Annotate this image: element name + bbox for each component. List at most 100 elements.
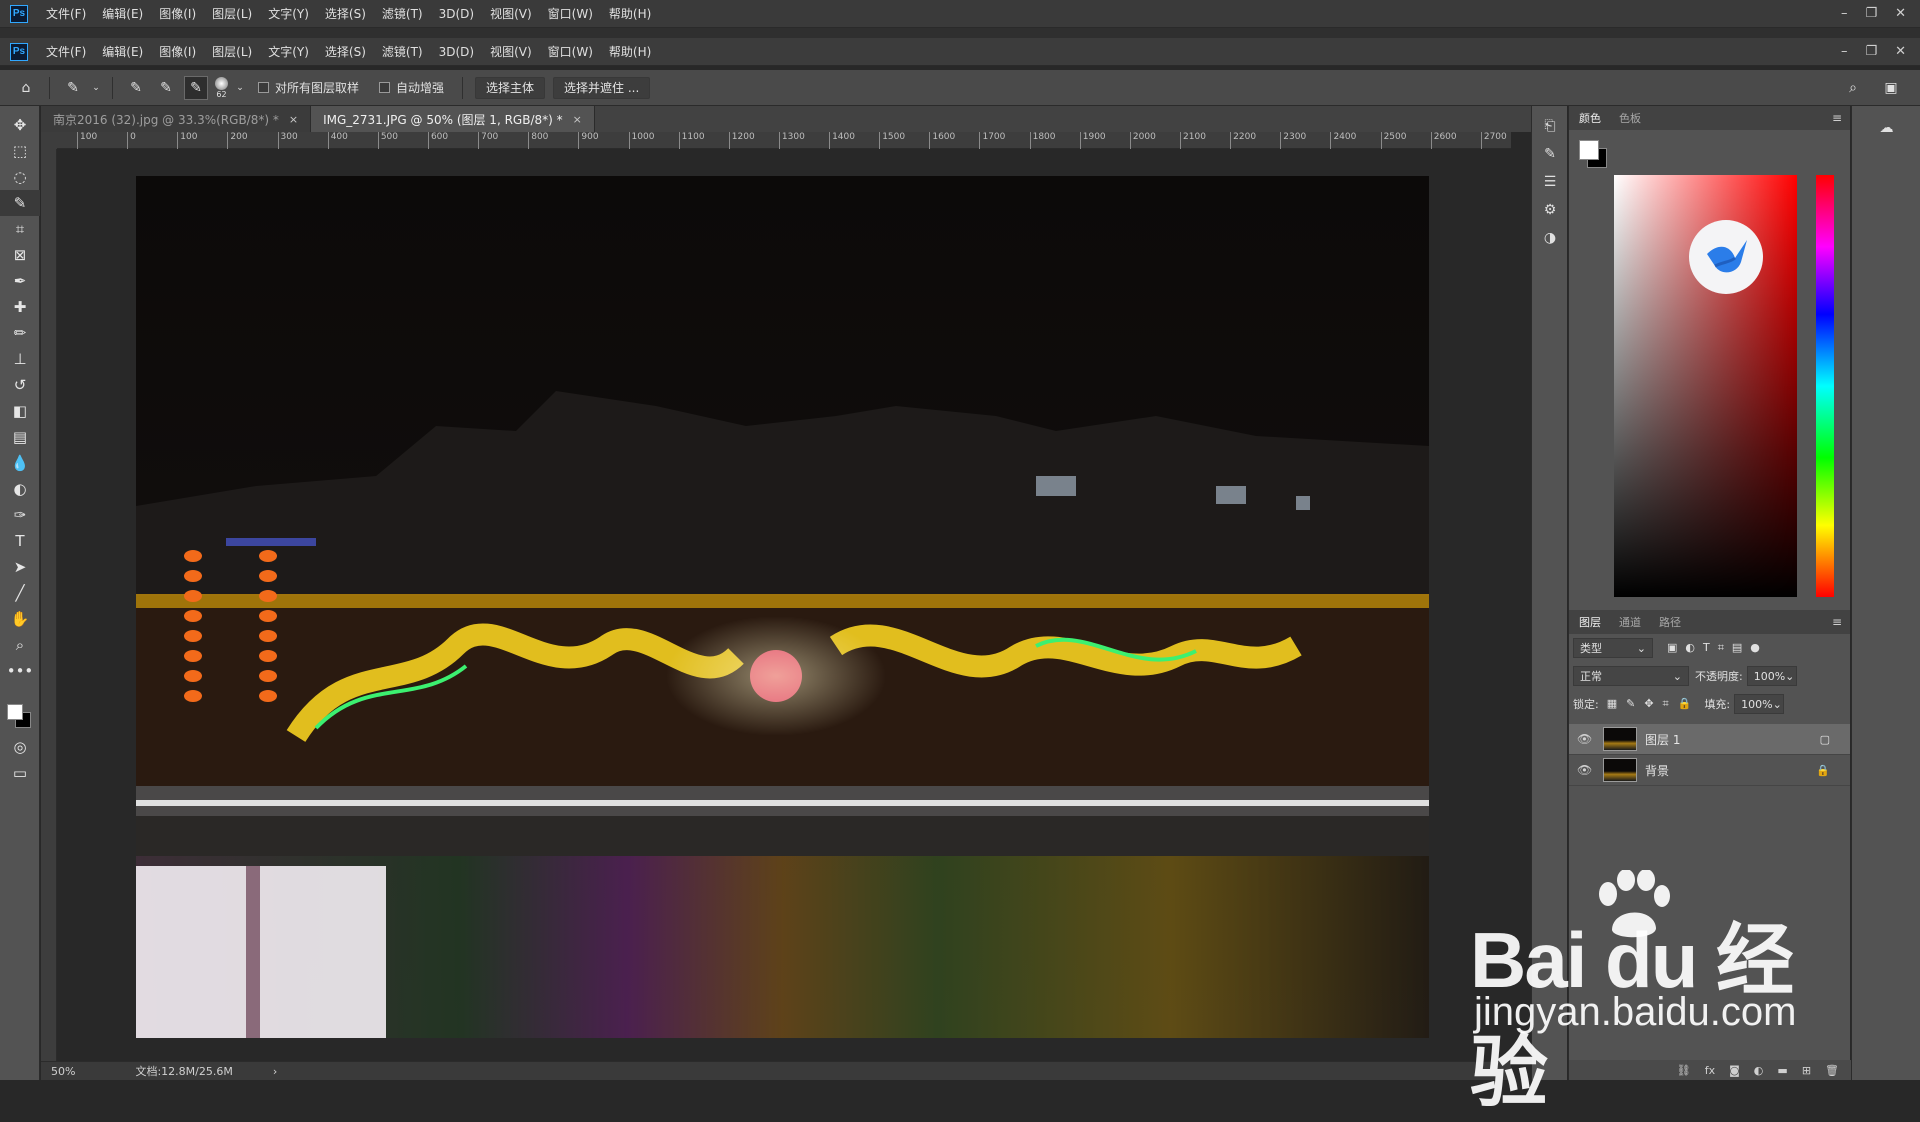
creative-cloud-icon[interactable]: ☁	[1852, 114, 1920, 142]
tab-img-2731[interactable]: IMG_2731.JPG @ 50% (图层 1, RGB/8*) * ×	[311, 106, 595, 132]
path-selection-tool-icon[interactable]: ➤	[0, 554, 40, 580]
close-icon[interactable]: ✕	[1895, 6, 1906, 21]
tab-paths[interactable]: 路径	[1659, 614, 1681, 630]
crop-tool-icon[interactable]: ⌗	[0, 216, 40, 242]
add-to-selection-brush-icon[interactable]: ✎	[154, 76, 178, 100]
properties-icon[interactable]: ⚙	[1532, 196, 1568, 224]
sample-all-layers-checkbox[interactable]: 对所有图层取样	[258, 79, 359, 96]
checkbox-box[interactable]	[379, 82, 391, 93]
eye-icon[interactable]: 👁	[1577, 763, 1595, 777]
minimize-icon[interactable]: –	[1841, 6, 1848, 21]
zoom-level[interactable]: 50%	[51, 1065, 75, 1078]
quick-mask-icon[interactable]: ◎	[0, 734, 40, 760]
auto-enhance-checkbox[interactable]: 自动增强	[379, 79, 444, 96]
menu-image[interactable]: 图像(I)	[151, 43, 204, 60]
pen-tool-icon[interactable]: ✑	[0, 502, 40, 528]
gradient-tool-icon[interactable]: ▤	[0, 424, 40, 450]
tab-channels[interactable]: 通道	[1619, 614, 1641, 630]
status-arrow-icon[interactable]: ›	[273, 1065, 277, 1078]
home-icon[interactable]: ⌂	[14, 76, 38, 100]
menu-select[interactable]: 选择(S)	[317, 43, 374, 60]
foreground-color-swatch[interactable]	[7, 704, 23, 720]
restore-icon[interactable]: ❐	[1865, 6, 1877, 21]
styles-icon[interactable]: ◑	[1532, 224, 1568, 252]
menu-help[interactable]: 帮助(H)	[601, 43, 659, 60]
search-icon[interactable]: ⌕	[1841, 76, 1865, 100]
panel-menu-icon[interactable]: ≡	[1832, 111, 1842, 125]
history-brush-tool-icon[interactable]: ↺	[0, 372, 40, 398]
hue-slider[interactable]	[1816, 175, 1834, 597]
opacity-input[interactable]: 100% ⌄	[1746, 666, 1797, 686]
marquee-tool-icon[interactable]: ⬚	[0, 138, 40, 164]
close-icon[interactable]: ×	[289, 113, 298, 126]
brush-size-picker[interactable]: 62	[215, 76, 228, 99]
menu-type[interactable]: 文字(Y)	[260, 43, 317, 60]
menu-view[interactable]: 视图(V)	[482, 43, 540, 60]
quick-selection-preset-icon[interactable]: ✎	[61, 76, 85, 100]
screen-mode-icon[interactable]: ▭	[0, 760, 40, 786]
blur-tool-icon[interactable]: 💧	[0, 450, 40, 476]
chevron-down-icon[interactable]: ⌄	[91, 76, 101, 100]
more-tools-icon[interactable]: •••	[0, 658, 40, 684]
color-panel-swatches[interactable]	[1579, 140, 1609, 170]
adjustments-icon[interactable]: ☰	[1532, 168, 1568, 196]
lock-icons[interactable]: ▦✎✥⌗🔒	[1607, 697, 1701, 711]
menu-filter[interactable]: 滤镜(T)	[374, 43, 431, 60]
quick-selection-tool-icon[interactable]: ✎	[0, 190, 40, 216]
menu-type[interactable]: 文字(Y)	[260, 5, 317, 22]
frame-tool-icon[interactable]: ⊠	[0, 242, 40, 268]
eye-icon[interactable]: 👁	[1577, 732, 1595, 746]
select-and-mask-button[interactable]: 选择并遮住 ...	[553, 76, 651, 99]
layer-row-layer1[interactable]: 👁 图层 1 ▢	[1569, 724, 1850, 755]
brush-tool-icon[interactable]: ✏	[0, 320, 40, 346]
menu-image[interactable]: 图像(I)	[151, 5, 204, 22]
menu-filter[interactable]: 滤镜(T)	[374, 5, 431, 22]
subtract-from-selection-brush-icon[interactable]: ✎	[184, 75, 208, 100]
document-image[interactable]	[136, 176, 1429, 1038]
history-panel-icon[interactable]: ⎗	[1532, 112, 1568, 140]
type-tool-icon[interactable]: T	[0, 528, 40, 554]
layer-filter-select[interactable]: 类型 ⌄	[1573, 638, 1653, 658]
brush-settings-icon[interactable]: ✎	[1532, 140, 1568, 168]
menu-window[interactable]: 窗口(W)	[540, 43, 601, 60]
select-subject-button[interactable]: 选择主体	[475, 76, 546, 99]
foreground-background-colors[interactable]	[0, 684, 40, 734]
move-tool-icon[interactable]: ✥	[0, 112, 40, 138]
minimize-icon[interactable]: –	[1841, 44, 1848, 59]
menu-view[interactable]: 视图(V)	[482, 5, 540, 22]
chevron-down-icon[interactable]: ⌄	[235, 76, 245, 100]
eraser-tool-icon[interactable]: ◧	[0, 398, 40, 424]
blend-mode-select[interactable]: 正常 ⌄	[1573, 666, 1689, 686]
menu-window[interactable]: 窗口(W)	[540, 5, 601, 22]
clone-stamp-tool-icon[interactable]: ⊥	[0, 346, 40, 372]
menu-edit[interactable]: 编辑(E)	[94, 43, 151, 60]
canvas-area[interactable]	[58, 150, 1510, 1060]
restore-icon[interactable]: ❐	[1865, 44, 1877, 59]
hand-tool-icon[interactable]: ✋	[0, 606, 40, 632]
close-icon[interactable]: ✕	[1895, 44, 1906, 59]
close-icon[interactable]: ×	[573, 113, 582, 126]
menu-layer[interactable]: 图层(L)	[204, 43, 260, 60]
checkbox-box[interactable]	[258, 82, 269, 93]
menu-select[interactable]: 选择(S)	[317, 5, 374, 22]
tab-swatches[interactable]: 色板	[1619, 110, 1641, 126]
menu-file[interactable]: 文件(F)	[38, 5, 94, 22]
menu-3d[interactable]: 3D(D)	[431, 45, 482, 59]
healing-brush-tool-icon[interactable]: ✚	[0, 294, 40, 320]
tab-layers[interactable]: 图层	[1579, 614, 1601, 630]
menu-layer[interactable]: 图层(L)	[204, 5, 260, 22]
menu-edit[interactable]: 编辑(E)	[94, 5, 151, 22]
panel-menu-icon[interactable]: ≡	[1832, 615, 1842, 629]
foreground-color-swatch[interactable]	[1579, 140, 1599, 160]
menu-3d[interactable]: 3D(D)	[431, 7, 482, 21]
layer-filter-icons[interactable]: ▣◐T⌗▤●	[1667, 641, 1768, 655]
menu-file[interactable]: 文件(F)	[38, 43, 94, 60]
dodge-tool-icon[interactable]: ◐	[0, 476, 40, 502]
line-tool-icon[interactable]: ╱	[0, 580, 40, 606]
zoom-tool-icon[interactable]: ⌕	[0, 632, 40, 658]
tab-nanjing-2016[interactable]: 南京2016 (32).jpg @ 33.3%(RGB/8*) * ×	[41, 106, 312, 132]
menu-help[interactable]: 帮助(H)	[601, 5, 659, 22]
eyedropper-tool-icon[interactable]: ✒	[0, 268, 40, 294]
tab-color[interactable]: 颜色	[1579, 110, 1601, 126]
layer-row-background[interactable]: 👁 背景 🔒	[1569, 755, 1850, 786]
